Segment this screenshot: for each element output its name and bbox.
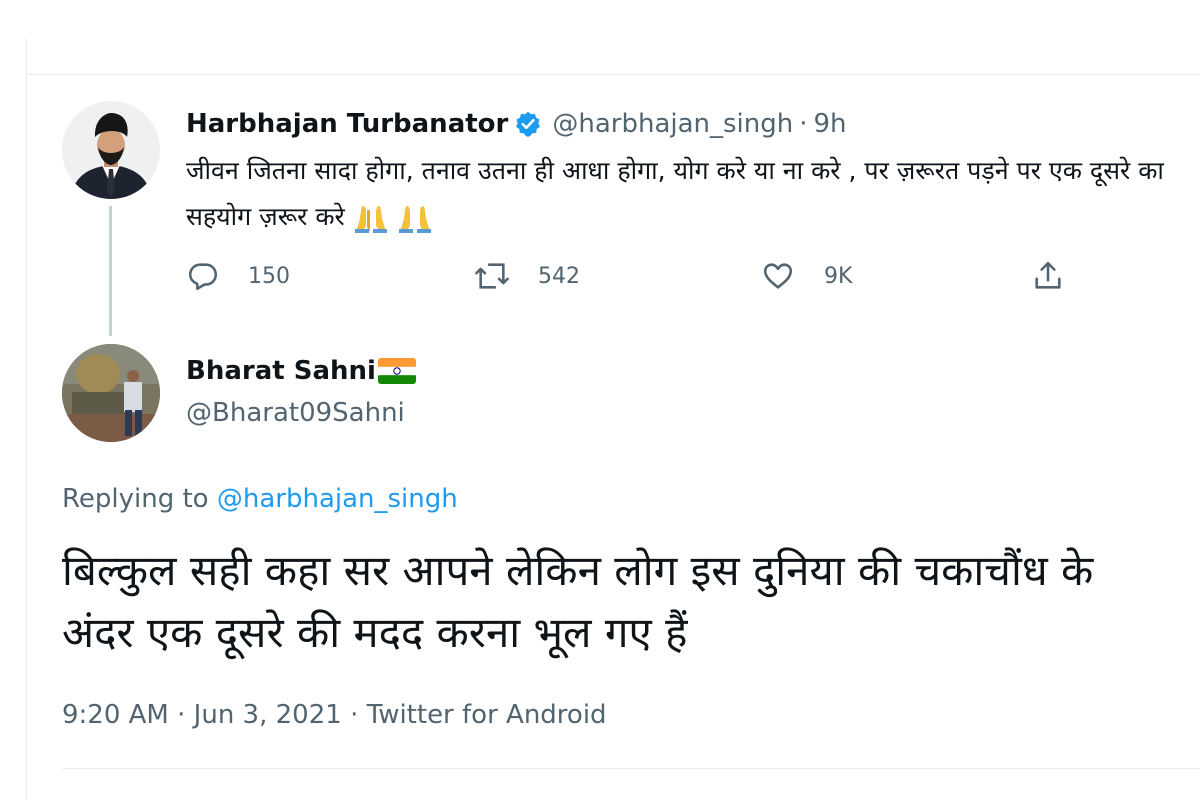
- india-flag-icon: [377, 358, 416, 384]
- tweet-thread-page: Harbhajan Turbanator @harbhajan_singh · …: [0, 0, 1200, 800]
- column-border: [26, 38, 27, 800]
- author-name[interactable]: Bharat Sahni: [186, 356, 376, 386]
- reply-count: 150: [248, 263, 290, 289]
- tweet-1-actions: 150 542 9K: [186, 256, 1086, 296]
- tweet-source[interactable]: Twitter for Android: [367, 700, 607, 730]
- divider-top: [26, 74, 1200, 75]
- verified-badge-icon: [514, 110, 542, 138]
- tweet-date[interactable]: Jun 3, 2021: [194, 700, 342, 730]
- tweet-2-text: बिल्कुल सही कहा सर आपने लेकिन लोग इस दुन…: [62, 546, 1094, 657]
- share-button[interactable]: [1030, 256, 1066, 296]
- retweet-count: 542: [538, 263, 580, 289]
- like-button[interactable]: 9K: [760, 256, 852, 296]
- replying-prefix: Replying to: [62, 484, 209, 514]
- heart-icon: [763, 263, 793, 289]
- tweet-time[interactable]: 9:20 AM: [62, 700, 169, 730]
- thread-connector-line: [109, 206, 112, 336]
- separator-dot: ·: [350, 700, 359, 730]
- tweet-1-header: Harbhajan Turbanator @harbhajan_singh · …: [186, 106, 847, 142]
- author-name[interactable]: Harbhajan Turbanator: [186, 109, 508, 139]
- previous-tweet-cropped-text: [186, 26, 306, 36]
- retweet-button[interactable]: 542: [472, 256, 580, 296]
- folded-hands-emoji-icon: [397, 203, 433, 233]
- like-count: 9K: [824, 263, 853, 289]
- separator-dot: ·: [177, 700, 186, 730]
- tweet-2-author: Bharat Sahni: [186, 356, 416, 386]
- replying-to: Replying to @harbhajan_singh: [62, 484, 458, 514]
- tweet-1-text-content: जीवन जितना सादा होगा, तनाव उतना ही आधा ह…: [186, 156, 1164, 231]
- tweet-1-text: जीवन जितना सादा होगा, तनाव उतना ही आधा ह…: [186, 148, 1186, 240]
- tweet-2-meta: 9:20 AM · Jun 3, 2021 · Twitter for Andr…: [62, 700, 607, 730]
- retweet-icon: [475, 263, 509, 289]
- author-handle[interactable]: @harbhajan_singh: [552, 109, 793, 139]
- divider-bottom: [62, 768, 1200, 769]
- folded-hands-emoji-icon: [353, 203, 389, 233]
- reply-button[interactable]: 150: [186, 256, 290, 296]
- avatar-harbhajan-image: [62, 101, 160, 199]
- tweet-time[interactable]: 9h: [814, 109, 847, 139]
- avatar-bharat-image: [62, 344, 160, 442]
- avatar-bharat[interactable]: [62, 344, 160, 442]
- separator-dot: ·: [799, 109, 808, 139]
- speech-bubble-icon: [188, 263, 218, 291]
- share-icon: [1035, 261, 1061, 289]
- avatar-harbhajan[interactable]: [62, 101, 160, 199]
- replying-to-link[interactable]: @harbhajan_singh: [217, 484, 458, 514]
- author-handle[interactable]: @Bharat09Sahni: [186, 398, 405, 428]
